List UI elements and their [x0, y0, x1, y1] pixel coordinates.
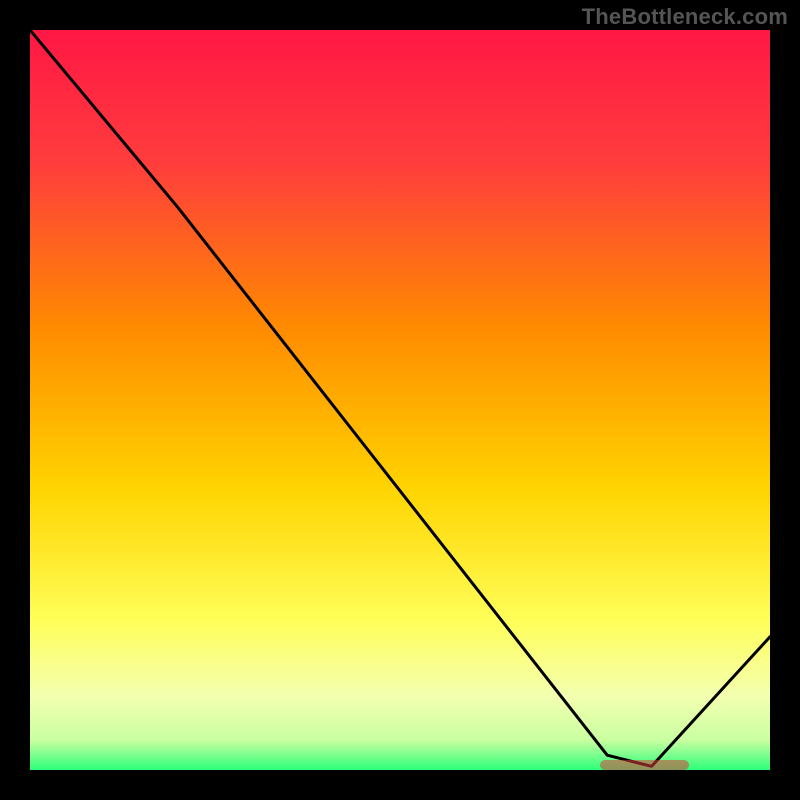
highlight-band	[600, 760, 689, 770]
chart-svg	[30, 30, 770, 770]
watermark-text: TheBottleneck.com	[582, 4, 788, 30]
chart-container: TheBottleneck.com	[0, 0, 800, 800]
plot-area	[30, 30, 770, 770]
gradient-background	[30, 30, 770, 770]
